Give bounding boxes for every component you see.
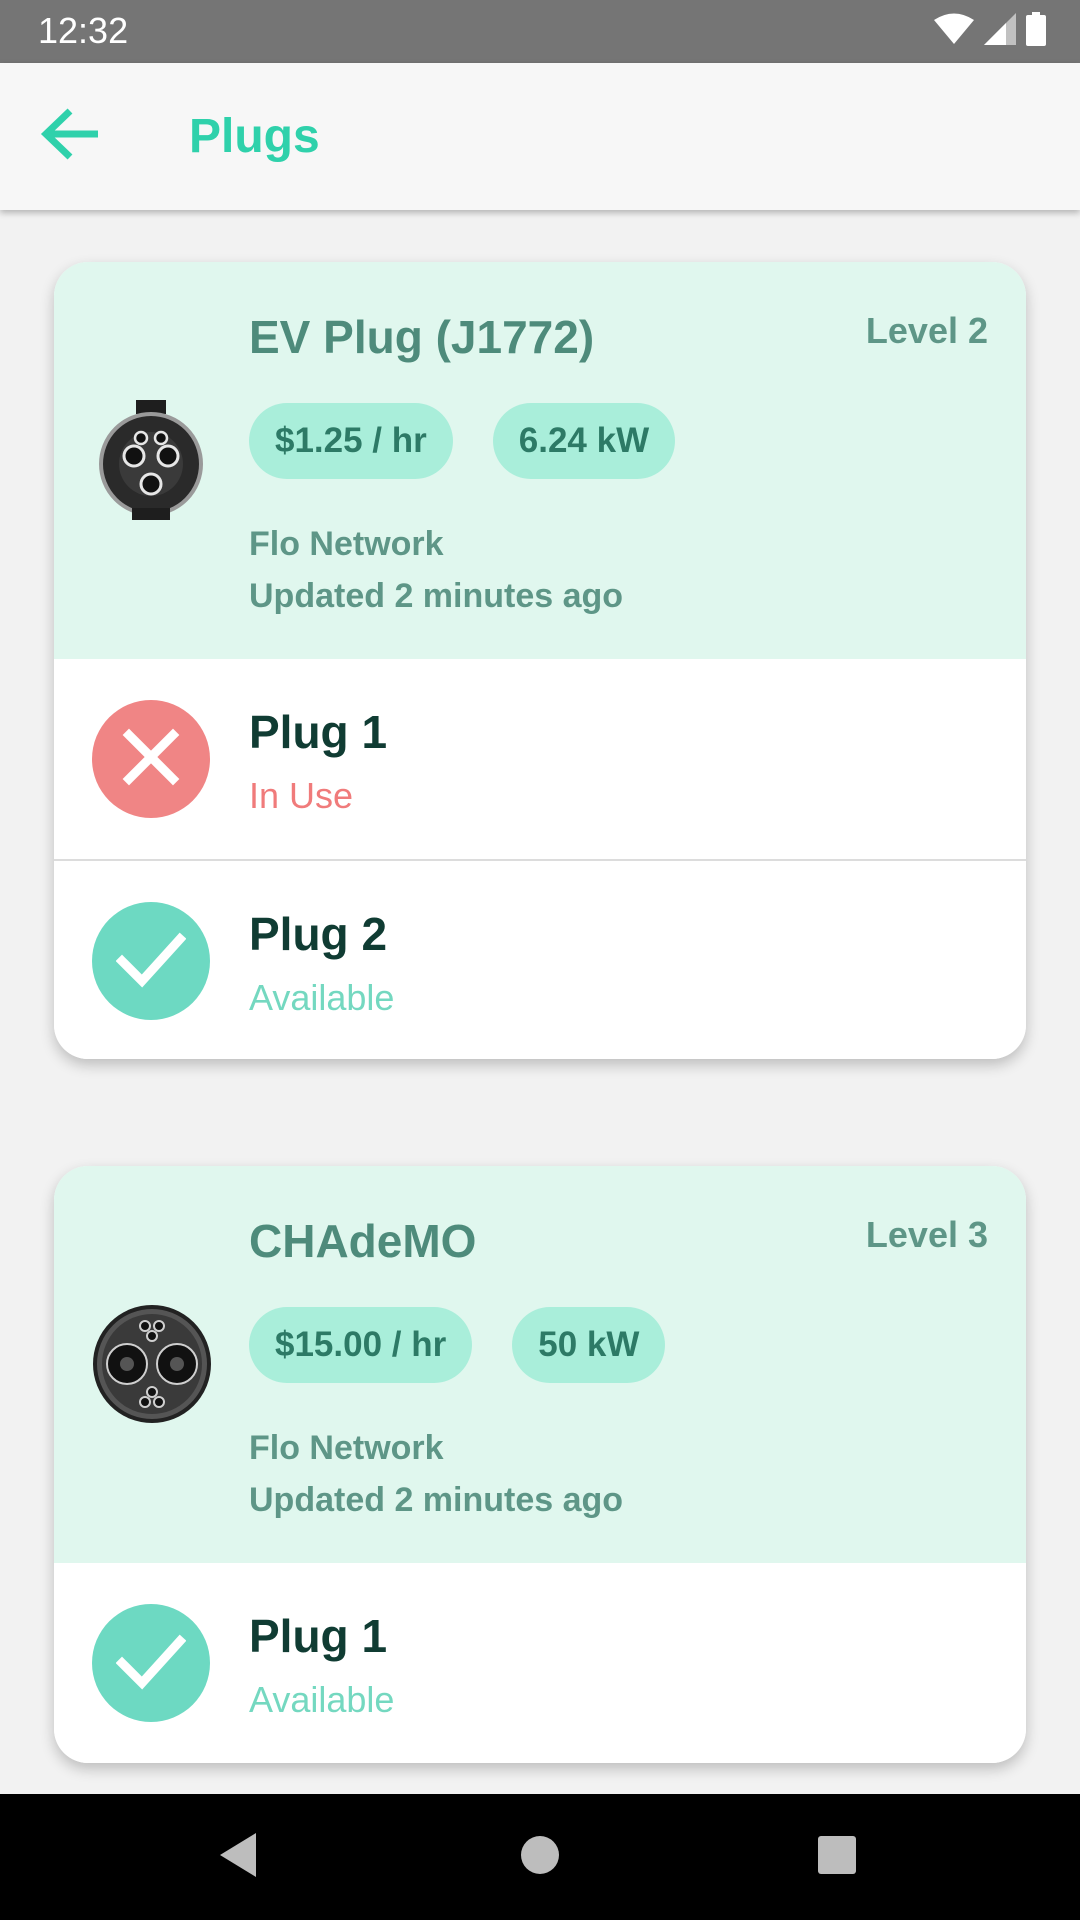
plug-status: In Use bbox=[249, 775, 354, 816]
battery-icon bbox=[1026, 11, 1046, 51]
status-time: 12:32 bbox=[38, 10, 129, 51]
plug-row[interactable]: Plug 2 Available bbox=[54, 859, 1026, 1059]
plug-name: Plug 1 bbox=[249, 706, 388, 758]
station-title: CHAdeMO bbox=[249, 1215, 477, 1267]
back-triangle-icon bbox=[216, 1831, 260, 1884]
price-chip: $15.00 / hr bbox=[249, 1307, 473, 1383]
network-name: Flo Network bbox=[249, 1429, 444, 1467]
station-header: EV Plug (J1772) Level 2 $1.25 / hr 6.24 … bbox=[54, 262, 1026, 659]
plug-status: Available bbox=[249, 977, 395, 1018]
wifi-icon bbox=[934, 13, 974, 50]
network-name: Flo Network bbox=[249, 525, 444, 563]
status-icons bbox=[934, 11, 1046, 51]
chademo-connector-icon bbox=[92, 1304, 212, 1424]
station-level: Level 2 bbox=[865, 310, 988, 351]
arrow-left-icon bbox=[38, 101, 104, 172]
plugs-list[interactable]: EV Plug (J1772) Level 2 $1.25 / hr 6.24 … bbox=[0, 210, 1080, 1794]
nav-home-button[interactable] bbox=[510, 1827, 570, 1887]
price-chip: $1.25 / hr bbox=[249, 403, 453, 479]
plug-status-indicator bbox=[92, 902, 210, 1020]
station-header: CHAdeMO Level 3 $15.00 / hr 50 kW Flo Ne… bbox=[54, 1166, 1026, 1563]
station-chips: $1.25 / hr 6.24 kW bbox=[249, 403, 676, 479]
plug-status-indicator bbox=[92, 1604, 210, 1722]
power-chip: 50 kW bbox=[512, 1307, 666, 1383]
nav-back-button[interactable] bbox=[208, 1827, 268, 1887]
check-icon bbox=[115, 1631, 187, 1696]
j1772-connector-icon bbox=[96, 396, 216, 520]
close-icon bbox=[121, 727, 181, 792]
station-card: CHAdeMO Level 3 $15.00 / hr 50 kW Flo Ne… bbox=[54, 1166, 1026, 1763]
recents-square-icon bbox=[817, 1835, 857, 1880]
plug-name: Plug 1 bbox=[249, 1610, 388, 1662]
page-title: Plugs bbox=[189, 110, 320, 163]
back-button[interactable] bbox=[36, 101, 106, 171]
plug-row[interactable]: Plug 1 In Use bbox=[54, 659, 1026, 859]
status-bar: 12:32 bbox=[0, 0, 1080, 63]
station-level: Level 3 bbox=[865, 1214, 988, 1255]
check-icon bbox=[115, 929, 187, 994]
plug-name: Plug 2 bbox=[249, 908, 388, 960]
plug-row[interactable]: Plug 1 Available bbox=[54, 1563, 1026, 1763]
station-title: EV Plug (J1772) bbox=[249, 311, 595, 363]
power-chip: 6.24 kW bbox=[492, 403, 676, 479]
app-bar: Plugs bbox=[0, 63, 1080, 210]
station-card: EV Plug (J1772) Level 2 $1.25 / hr 6.24 … bbox=[54, 262, 1026, 1059]
plug-status: Available bbox=[249, 1679, 395, 1720]
plug-status-indicator bbox=[92, 700, 210, 818]
station-chips: $15.00 / hr 50 kW bbox=[249, 1307, 666, 1383]
home-circle-icon bbox=[520, 1835, 560, 1880]
nav-recents-button[interactable] bbox=[807, 1827, 867, 1887]
cellular-signal-icon bbox=[984, 12, 1016, 50]
system-nav-bar bbox=[0, 1794, 1080, 1920]
updated-time: Updated 2 minutes ago bbox=[249, 1481, 624, 1519]
updated-time: Updated 2 minutes ago bbox=[249, 577, 624, 615]
